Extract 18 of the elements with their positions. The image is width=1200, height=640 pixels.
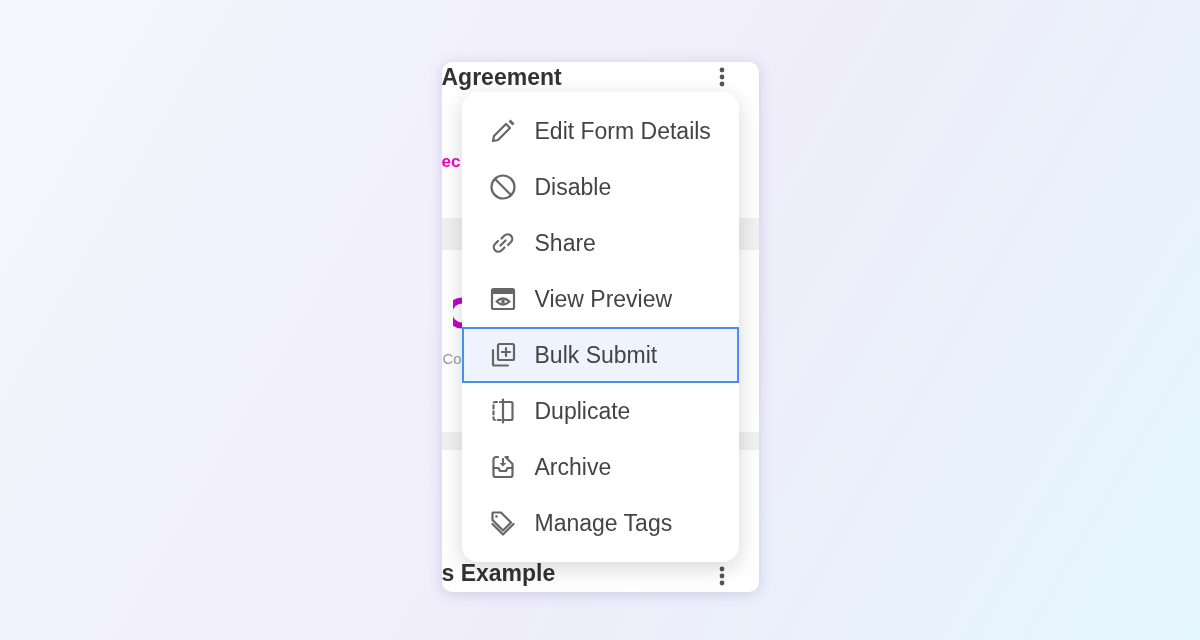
menu-item[interactable]: Manage Tags [461, 495, 739, 551]
menu-item[interactable]: Duplicate [461, 383, 739, 439]
form-title: Agreement [441, 64, 562, 90]
arc-icon [452, 297, 462, 329]
disable-icon [488, 173, 517, 201]
status-text: ec [441, 152, 461, 171]
caption-text: Co [442, 349, 462, 369]
more-icon[interactable] [718, 566, 725, 586]
menu-item[interactable]: Archive [461, 439, 739, 495]
tag-icon [488, 509, 517, 537]
menu-item[interactable]: Bulk Submit [461, 327, 739, 383]
menu-item[interactable]: View Preview [461, 271, 739, 327]
menu-item[interactable]: Share [461, 215, 739, 271]
more-icon[interactable] [718, 67, 725, 87]
eye-window-icon [488, 285, 517, 313]
form-title: s Example [441, 560, 556, 586]
menu-item[interactable]: Edit Form Details [461, 103, 739, 159]
menu-item[interactable]: Disable [461, 159, 739, 215]
